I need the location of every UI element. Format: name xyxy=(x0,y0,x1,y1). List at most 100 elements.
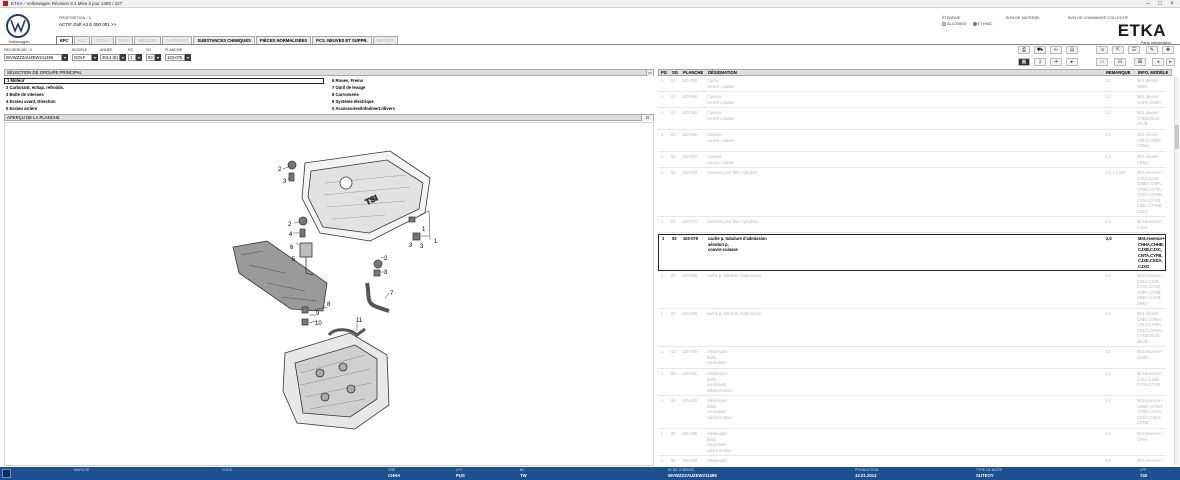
group-item-carburant[interactable]: 2 Carburant, échap. refroidis. xyxy=(4,85,324,91)
group-item-carrosserie[interactable]: 8 Carrosserie xyxy=(330,92,650,98)
table-row[interactable]: 1 03 103-055 Cache couvre-culasse 1,0 Mot. di… xyxy=(658,77,1166,92)
collapse-icon[interactable]: ▭ xyxy=(646,70,653,76)
col-info-modele[interactable]: INFO. MODÈLE xyxy=(1138,70,1168,76)
vin-input[interactable]: WVWZZZAUZEW211496 xyxy=(4,54,62,61)
col-remarque[interactable]: REMARQUE xyxy=(1106,70,1130,76)
annee-dropdown-icon[interactable]: ▾ xyxy=(120,54,126,61)
zoom-icon[interactable]: ⊡ xyxy=(641,115,653,121)
sg-select[interactable]: 03 xyxy=(146,54,155,61)
cell-info-modele: Mot.essence+ CMBA,CPWA, CPWA,CXSA, CZCA,… xyxy=(1137,398,1164,425)
tab-pcs-neuves[interactable]: PCS. NEUVES ET SUPPR. xyxy=(312,36,372,44)
planche-dropdown-icon[interactable]: ▾ xyxy=(185,54,191,61)
col-sg[interactable]: SG xyxy=(672,70,678,76)
group-item-roues[interactable]: 6 Roues, Freins xyxy=(330,78,650,84)
radio-icon xyxy=(972,22,977,26)
grid-view-icon[interactable]: ▦ xyxy=(1018,58,1030,66)
list-icon[interactable]: ☰ xyxy=(1128,46,1140,54)
arrow-right-icon[interactable]: ➔ xyxy=(1050,58,1062,66)
pg-select[interactable]: 1 xyxy=(128,54,136,61)
group-item-electrique[interactable]: 9 Système électrique xyxy=(330,99,650,105)
annee-select[interactable]: 2014 (E) xyxy=(100,54,120,61)
basket-icon[interactable]: ⊞ xyxy=(1134,58,1146,66)
breather-hose-shape xyxy=(365,282,390,313)
col-designation[interactable]: DÉSIGNATION xyxy=(708,70,737,76)
key-icon[interactable]: ⚷ xyxy=(1034,58,1046,66)
recherche-label: RECHERCHE / II xyxy=(4,48,32,52)
car-icon[interactable]: ⛟ xyxy=(1034,46,1046,54)
bon-materiel-link[interactable]: BON DE MATÉRIEL xyxy=(1006,16,1040,20)
close-icon[interactable]: × xyxy=(1166,0,1178,8)
cell-designation: Vilebrequin bielle coussinets solant mot… xyxy=(707,371,732,393)
vin-dropdown-icon[interactable]: ▾ xyxy=(62,54,68,61)
minimize-icon[interactable]: – xyxy=(1142,0,1154,8)
tab-substances[interactable]: SUBSTANCES CHIMIQUES xyxy=(193,36,255,44)
tab-pieces-normalisees[interactable]: PIÈCES NORMALISÉES xyxy=(255,36,312,44)
group-item-moteur[interactable]: 1 Moteur xyxy=(4,78,324,84)
table-row[interactable]: 1 03 103-067 Culasse couvre-culasse 2,0 Mot. … xyxy=(658,153,1166,168)
tab-autopart[interactable]: AUTOPART xyxy=(162,36,193,44)
flag-icon[interactable] xyxy=(2,469,11,478)
tab-report[interactable]: REPORT xyxy=(372,36,398,44)
table-row[interactable]: 1 05 105-055 Vilebrequin bielle coussinets … xyxy=(658,430,1166,456)
gun-icon[interactable]: ➳ xyxy=(1050,46,1062,54)
next-icon[interactable]: ▸ xyxy=(1166,58,1175,66)
table-row[interactable]: 1 03 103-075 cache p. tubulure d'admission … xyxy=(658,234,1166,271)
tab-row[interactable]: ROW xyxy=(114,36,133,44)
bon-commande-link[interactable]: BON DE COMMANDE COLLECTIF xyxy=(1068,16,1128,20)
cell-info-modele: Mot. diesel+ DBHA xyxy=(1137,78,1160,89)
table-row[interactable]: 1 03 103-062 Culasse couvre-culasse 2,0 Mot. … xyxy=(658,109,1166,130)
parts-scrollbar[interactable] xyxy=(1174,77,1179,465)
cell-pg: 1 xyxy=(661,132,664,137)
document-icon[interactable]: ▤ xyxy=(1066,46,1078,54)
group-item-boite[interactable]: 3 Boîte de vitesses xyxy=(4,92,324,98)
bookmark-icon[interactable]: ✚ xyxy=(1162,46,1174,54)
cell-sg: 05 xyxy=(671,431,676,436)
table-row[interactable]: 1 03 103-090 cache p. tubulure d'admission 2… xyxy=(658,310,1166,347)
table-row[interactable]: 1 03 105-005 Vilebrequin bielle coussinets 1… xyxy=(658,348,1166,369)
collapse-icon[interactable]: ⇱ xyxy=(1112,46,1124,54)
maximize-icon[interactable]: □ xyxy=(1154,0,1166,8)
mode-option-1[interactable]: ALLOWED xyxy=(942,21,967,26)
planche-select[interactable]: 103-075 xyxy=(165,54,185,61)
group-item-essieu-avant[interactable]: 4 Essieu avant, Direction xyxy=(4,99,324,105)
table-row[interactable]: 1 03 103-072 Aération pour bloc-cylindres 1,… xyxy=(658,218,1166,233)
status-value-bc: TW xyxy=(520,473,527,478)
print-icon[interactable]: ⎙ xyxy=(1018,46,1030,54)
pg-label: PG xyxy=(128,48,134,52)
play-icon[interactable]: ▸ xyxy=(1066,58,1078,66)
expand-icon[interactable]: ⇲ xyxy=(1096,46,1108,54)
pin-icon[interactable]: ✎ xyxy=(1146,46,1158,54)
table-row[interactable]: 1 03 103-065 Culasse couvre-culasse 2,0 Mot. … xyxy=(658,131,1166,152)
table-row[interactable]: 1 03 103-070 Aération pour bloc-cylindres 1,… xyxy=(658,169,1166,217)
scrollbar-thumb[interactable] xyxy=(1175,125,1179,149)
group-item-outil[interactable]: 7 Outil de levage xyxy=(330,85,650,91)
status-bar: MARCHÉ CODE CRE CHHA LFC PUS BC TW Nº DE… xyxy=(0,467,1180,480)
table-row[interactable]: 1 05 105-053 Vilebrequin bielle coussinets … xyxy=(658,397,1166,429)
table-row[interactable]: 1 05 105-060 Vilebrequin bielle coussinets 1… xyxy=(658,457,1166,465)
col-pg[interactable]: PG xyxy=(661,70,667,76)
callout: 4 xyxy=(289,232,293,238)
col-planche[interactable]: PLANCHE xyxy=(683,70,703,76)
parts-diagram[interactable]: TSI 2 3 1 1 2 4 6 2 3 3 3 7 8 9 10 11 5 xyxy=(4,122,654,466)
group-item-accessoires[interactable]: 0 Accessoires/Infodivert./divers xyxy=(330,106,650,112)
table-row[interactable]: 1 03 103-060 Culasse couvre-culasse 2,0 Mot. … xyxy=(658,93,1166,108)
tab-epc[interactable]: EPC xyxy=(56,36,73,44)
status-label-chassis: Nº DE CHÂSSIS xyxy=(668,468,694,472)
tab-acc[interactable]: ACC xyxy=(73,36,91,44)
table-row[interactable]: 1 03 103-080 cache p. tubulure d'admission 1… xyxy=(658,272,1166,309)
modele-select[interactable]: GOLF xyxy=(72,54,92,61)
proposition-value[interactable]: ACTIF Golf A3 E 000 001 >> xyxy=(59,22,116,27)
tab-tools[interactable]: TOOLS xyxy=(91,36,114,44)
sg-dropdown-icon[interactable]: ▾ xyxy=(155,54,161,61)
calendar-icon[interactable]: ▭ xyxy=(1096,58,1108,66)
modele-dropdown-icon[interactable]: ▾ xyxy=(92,54,98,61)
cart-icon[interactable]: ⊟ xyxy=(1114,58,1126,66)
prev-icon[interactable]: ◂ xyxy=(1152,58,1164,66)
mode-option-2[interactable]: ETHNIC xyxy=(972,21,992,26)
tab-weoldie[interactable]: WEOLDIE xyxy=(133,36,162,44)
pg-dropdown-icon[interactable]: ▾ xyxy=(136,54,142,61)
cell-planche: 103-067 xyxy=(682,154,698,159)
table-row[interactable]: 1 05 105-051 Vilebrequin bielle coussinets … xyxy=(658,370,1166,396)
group-item-essieu-arriere[interactable]: 5 Essieu arrière xyxy=(4,106,324,112)
cell-designation: Culasse couvre-culasse xyxy=(707,132,735,143)
